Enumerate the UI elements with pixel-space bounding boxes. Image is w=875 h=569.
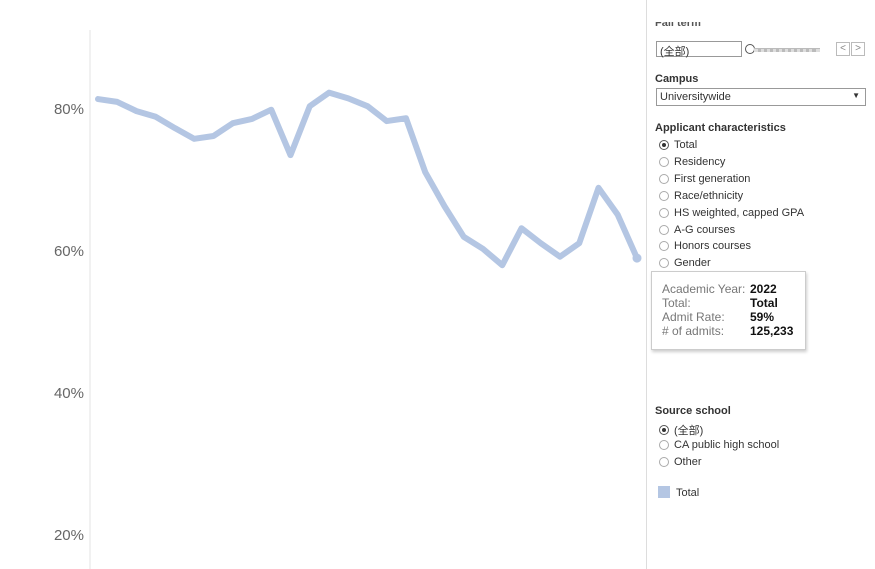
radio-icon [659,156,669,167]
radio-option[interactable]: Residency [659,156,725,168]
radio-label: First generation [674,172,751,185]
radio-icon [659,207,669,218]
legend-swatch [658,486,670,498]
radio-option[interactable]: Race/ethnicity [659,190,743,202]
term-dropdown[interactable]: (全部) [656,41,742,58]
chevron-down-icon: ▼ [852,91,860,100]
tooltip-key: # of admits: [662,324,725,338]
data-point[interactable] [632,253,642,263]
radio-option[interactable]: HS weighted, capped GPA [659,207,804,219]
radio-icon [659,457,669,467]
tooltip: Academic Year: 2022 Total: Total Admit Rate:… [651,271,806,350]
line-chart: 80% 60% 40% 20% [54,30,642,569]
radio-icon [659,224,669,235]
prev-icon[interactable]: < [836,42,850,56]
radio-label: HS weighted, capped GPA [674,206,805,219]
radio-icon [659,140,669,150]
radio-icon [659,241,669,252]
radio-option[interactable]: A-G courses [659,224,735,236]
radio-icon [659,425,669,435]
radio-label: Residency [674,155,726,168]
radio-icon [659,173,669,184]
next-icon[interactable]: > [851,42,865,56]
radio-label: Other [674,456,702,468]
y-tick-label: 80% [54,101,84,118]
radio-option[interactable]: (全部) [659,422,703,438]
radio-icon [659,190,669,201]
radio-label: Gender [674,257,711,270]
radio-option[interactable]: Gender [659,257,711,269]
radio-option[interactable]: Total [659,139,697,151]
campus-label: Campus [655,73,699,85]
campus-dropdown[interactable]: Universitywide ▼ [656,88,866,106]
radio-label: Total [674,139,698,151]
radio-label: Race/ethnicity [674,189,744,202]
tooltip-row: Total: Total [662,296,805,310]
applicant-label: Applicant characteristics [655,122,786,134]
radio-icon [659,258,669,269]
tooltip-key: Total: [662,296,691,310]
legend-label: Total [676,487,700,499]
tooltip-row: Academic Year: 2022 [662,282,805,296]
y-tick-label: 60% [54,243,84,260]
tooltip-value: 59% [750,310,775,324]
term-slider-track[interactable] [754,48,820,52]
y-tick-label: 40% [54,385,84,402]
source-label: Source school [655,405,731,417]
radio-label: Honors courses [674,240,752,253]
term-label: Fall term [655,22,701,29]
y-tick-label: 20% [54,527,84,544]
radio-option[interactable]: Honors courses [659,240,751,252]
radio-label: A-G courses [674,223,736,236]
tooltip-key: Admit Rate: [662,310,725,324]
radio-label: (全部) [674,425,704,437]
tooltip-value: Total [750,296,778,310]
radio-option[interactable]: Other [659,456,702,468]
campus-value: Universitywide [660,91,731,103]
tooltip-value: 125,233 [750,324,794,338]
radio-option[interactable]: CA public high school [659,439,779,451]
radio-option[interactable]: First generation [659,173,750,185]
tooltip-row: Admit Rate: 59% [662,310,805,324]
tooltip-value: 2022 [750,282,777,296]
tooltip-key: Academic Year: [662,282,746,296]
series-line-total [95,89,640,269]
radio-icon [659,440,669,450]
tooltip-row: # of admits: 125,233 [662,324,805,338]
radio-label: CA public high school [674,439,780,451]
